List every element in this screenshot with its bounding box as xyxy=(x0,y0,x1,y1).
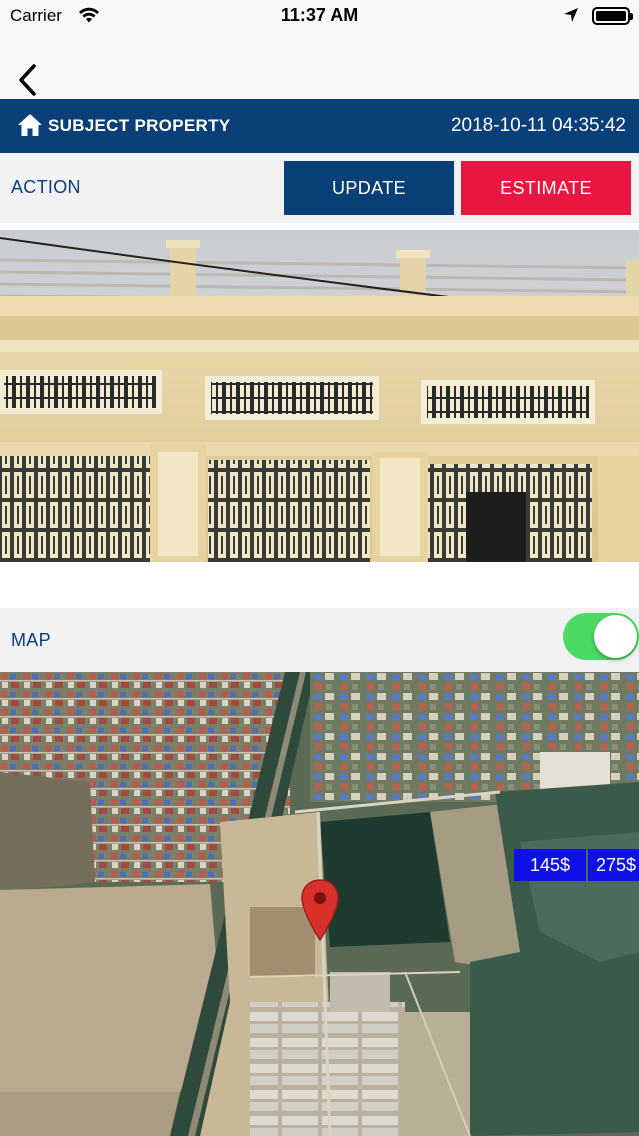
price-tag[interactable]: 145$ xyxy=(514,849,586,881)
map-row: MAP xyxy=(0,608,639,672)
page-title: SUBJECT PROPERTY xyxy=(48,116,231,135)
toggle-knob xyxy=(594,615,637,658)
price-tag[interactable]: 275$ xyxy=(588,849,639,881)
map-pin-icon[interactable] xyxy=(301,878,339,947)
location-arrow-icon xyxy=(563,7,579,28)
action-label: ACTION xyxy=(11,177,81,197)
update-button[interactable]: UPDATE xyxy=(284,161,454,215)
navigation-bar xyxy=(0,34,639,99)
action-row: ACTION UPDATE ESTIMATE xyxy=(0,153,639,223)
status-time: 11:37 AM xyxy=(280,5,359,25)
map-label: MAP xyxy=(11,630,51,650)
battery-icon xyxy=(592,7,633,25)
property-photo xyxy=(0,230,639,562)
map-toggle-switch[interactable] xyxy=(563,613,639,660)
status-bar: Carrier 11:37 AM xyxy=(0,0,639,34)
subject-property-header: SUBJECT PROPERTY 2018-10-11 04:35:42 xyxy=(0,99,639,153)
back-button[interactable] xyxy=(14,62,48,98)
estimate-button[interactable]: ESTIMATE xyxy=(461,161,631,215)
subject-datetime: 2018-10-11 04:35:42 xyxy=(450,115,626,136)
home-icon xyxy=(17,113,43,142)
